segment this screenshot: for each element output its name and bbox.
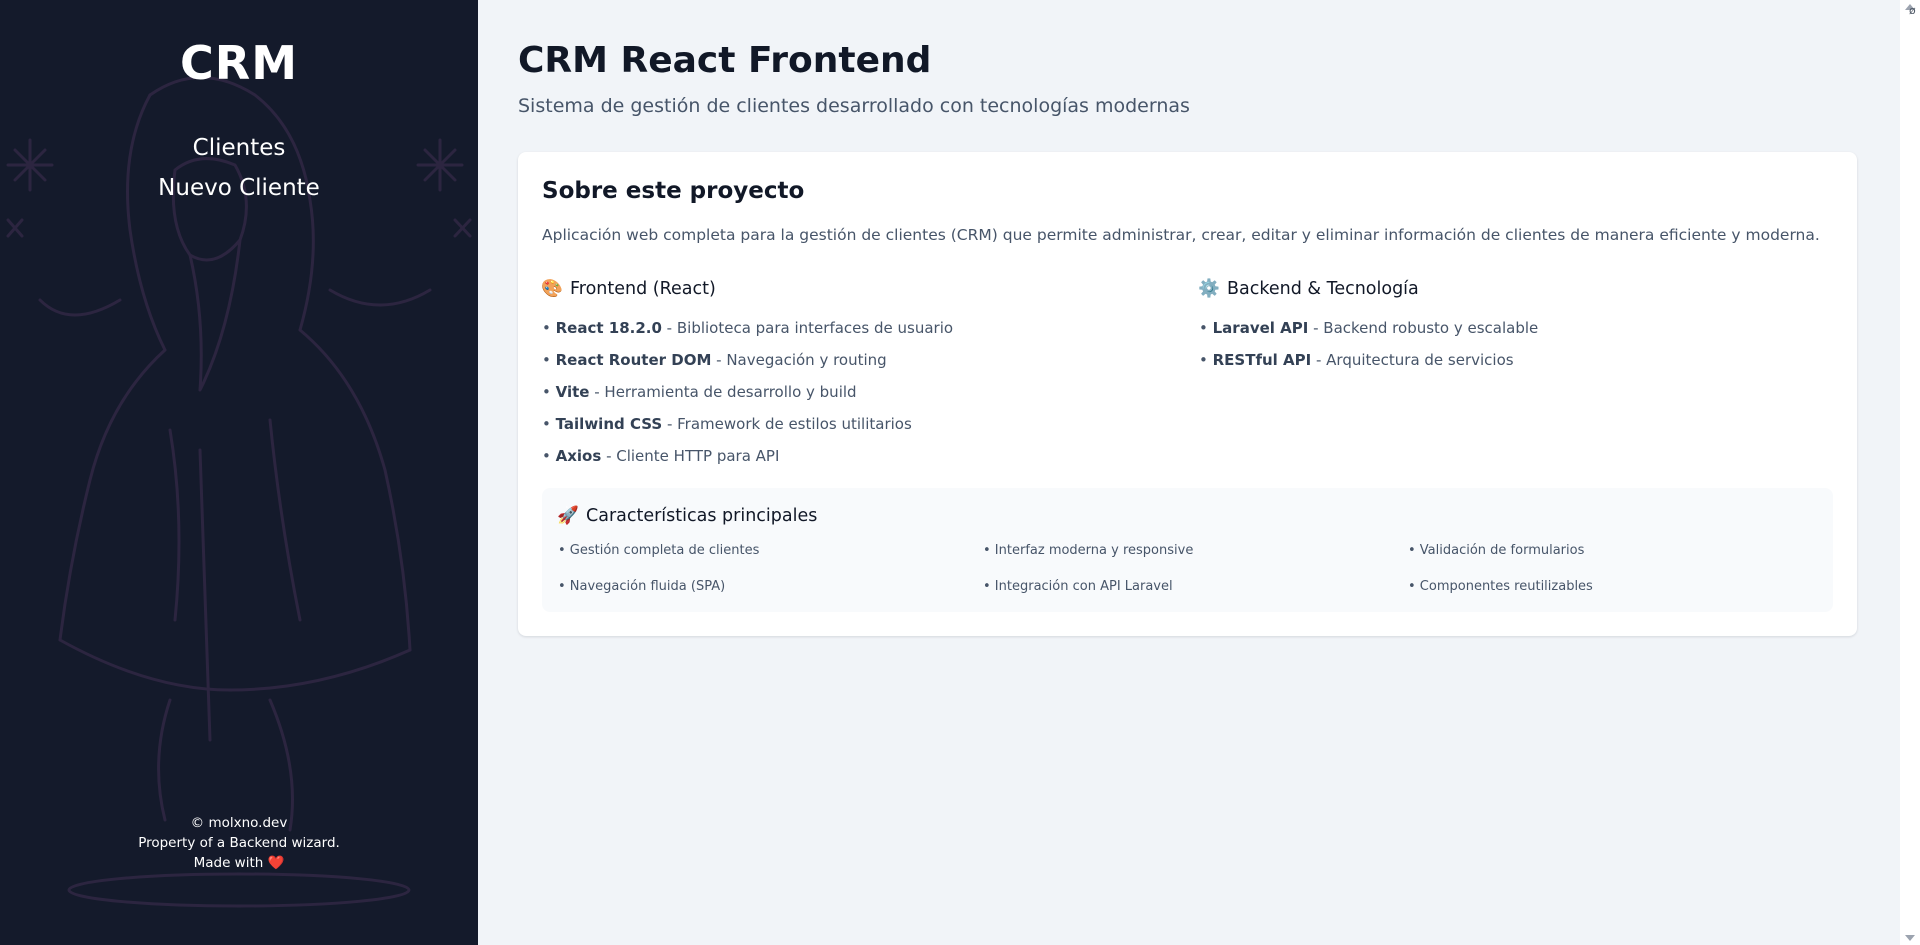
frontend-column: 🎨 Frontend (React) • React 18.2.0 - Bibl… bbox=[541, 274, 1142, 472]
tech-list-item: • Axios - Cliente HTTP para API bbox=[542, 440, 1142, 472]
about-title: Sobre este proyecto bbox=[542, 178, 805, 204]
sidebar-nav: Clientes Nuevo Cliente bbox=[0, 128, 478, 208]
tech-name: Laravel API bbox=[1212, 319, 1309, 337]
tech-description: - Biblioteca para interfaces de usuario bbox=[661, 319, 954, 337]
about-card: Sobre este proyecto Aplicación web compl… bbox=[518, 152, 1857, 636]
features-title: Características principales bbox=[586, 506, 818, 526]
feature-item: • Validación de formularios bbox=[1408, 543, 1585, 558]
tech-list-item: • React Router DOM - Navegación y routin… bbox=[542, 344, 1142, 376]
main-content: CRM React Frontend Sistema de gestión de… bbox=[478, 0, 1900, 945]
tech-name: Axios bbox=[555, 447, 602, 465]
corner-glyph: ø bbox=[1909, 4, 1916, 17]
heart-icon: ❤️ bbox=[267, 855, 285, 871]
sidebar-footer: © molxno.dev Property of a Backend wizar… bbox=[0, 813, 478, 873]
frontend-title: Frontend (React) bbox=[570, 279, 716, 299]
feature-item: • Navegación fluida (SPA) bbox=[558, 579, 726, 594]
frontend-list: • React 18.2.0 - Biblioteca para interfa… bbox=[542, 312, 1142, 472]
features-grid: • Gestión completa de clientes • Interfaz… bbox=[558, 540, 1833, 598]
feature-item: • Integración con API Laravel bbox=[983, 579, 1173, 594]
page-title: CRM React Frontend bbox=[518, 40, 932, 81]
tech-description: - Backend robusto y escalable bbox=[1308, 319, 1539, 337]
bullet: • bbox=[1199, 319, 1213, 337]
bullet: • bbox=[542, 415, 556, 433]
tech-description: - Framework de estilos utilitarios bbox=[662, 415, 912, 433]
page-subtitle: Sistema de gestión de clientes desarroll… bbox=[518, 95, 1190, 117]
sidebar: CRM Clientes Nuevo Cliente © molxno.dev … bbox=[0, 0, 478, 945]
tech-list-item: • React 18.2.0 - Biblioteca para interfa… bbox=[542, 312, 1142, 344]
brand-logo[interactable]: CRM bbox=[0, 36, 478, 90]
about-description: Aplicación web completa para la gestión … bbox=[542, 226, 1820, 244]
tech-name: React Router DOM bbox=[555, 351, 712, 369]
gear-icon: ⚙️ bbox=[1198, 279, 1220, 299]
backend-list: • Laravel API - Backend robusto y escala… bbox=[1199, 312, 1799, 376]
tech-name: Tailwind CSS bbox=[555, 415, 663, 433]
footer-copyright: © molxno.dev bbox=[190, 815, 288, 831]
tech-description: - Navegación y routing bbox=[711, 351, 887, 369]
feature-item: • Componentes reutilizables bbox=[1408, 579, 1593, 594]
tech-name: React 18.2.0 bbox=[555, 319, 662, 337]
palette-icon: 🎨 bbox=[541, 279, 563, 299]
bullet: • bbox=[542, 319, 556, 337]
footer-property: Property of a Backend wizard. bbox=[138, 835, 340, 851]
page-scrollbar[interactable] bbox=[1900, 0, 1920, 945]
bullet: • bbox=[542, 383, 556, 401]
footer-made-with: Made with ❤️ bbox=[0, 853, 478, 873]
tech-list-item: • Vite - Herramienta de desarrollo y bui… bbox=[542, 376, 1142, 408]
rocket-icon: 🚀 bbox=[557, 506, 579, 526]
nav-link-clientes[interactable]: Clientes bbox=[0, 128, 478, 168]
tech-description: - Herramienta de desarrollo y build bbox=[589, 383, 857, 401]
backend-column: ⚙️ Backend & Tecnología • Laravel API - … bbox=[1198, 274, 1799, 376]
tech-name: RESTful API bbox=[1212, 351, 1312, 369]
features-heading: 🚀 Características principales bbox=[557, 506, 818, 526]
scroll-down-arrow-icon[interactable] bbox=[1905, 935, 1915, 941]
tech-name: Vite bbox=[555, 383, 590, 401]
feature-item: • Gestión completa de clientes bbox=[558, 543, 760, 558]
feature-item: • Interfaz moderna y responsive bbox=[983, 543, 1194, 558]
backend-heading: ⚙️ Backend & Tecnología bbox=[1198, 274, 1799, 304]
tech-description: - Cliente HTTP para API bbox=[601, 447, 780, 465]
bullet: • bbox=[1199, 351, 1213, 369]
backend-title: Backend & Tecnología bbox=[1227, 279, 1419, 299]
bullet: • bbox=[542, 351, 556, 369]
frontend-heading: 🎨 Frontend (React) bbox=[541, 274, 1142, 304]
tech-description: - Arquitectura de servicios bbox=[1311, 351, 1514, 369]
nav-link-nuevo-cliente[interactable]: Nuevo Cliente bbox=[0, 168, 478, 208]
footer-made-with-text: Made with bbox=[193, 855, 264, 871]
tech-list-item: • Laravel API - Backend robusto y escala… bbox=[1199, 312, 1799, 344]
features-panel: 🚀 Características principales • Gestión … bbox=[542, 488, 1833, 612]
tech-list-item: • Tailwind CSS - Framework de estilos ut… bbox=[542, 408, 1142, 440]
tech-list-item: • RESTful API - Arquitectura de servicio… bbox=[1199, 344, 1799, 376]
bullet: • bbox=[542, 447, 556, 465]
